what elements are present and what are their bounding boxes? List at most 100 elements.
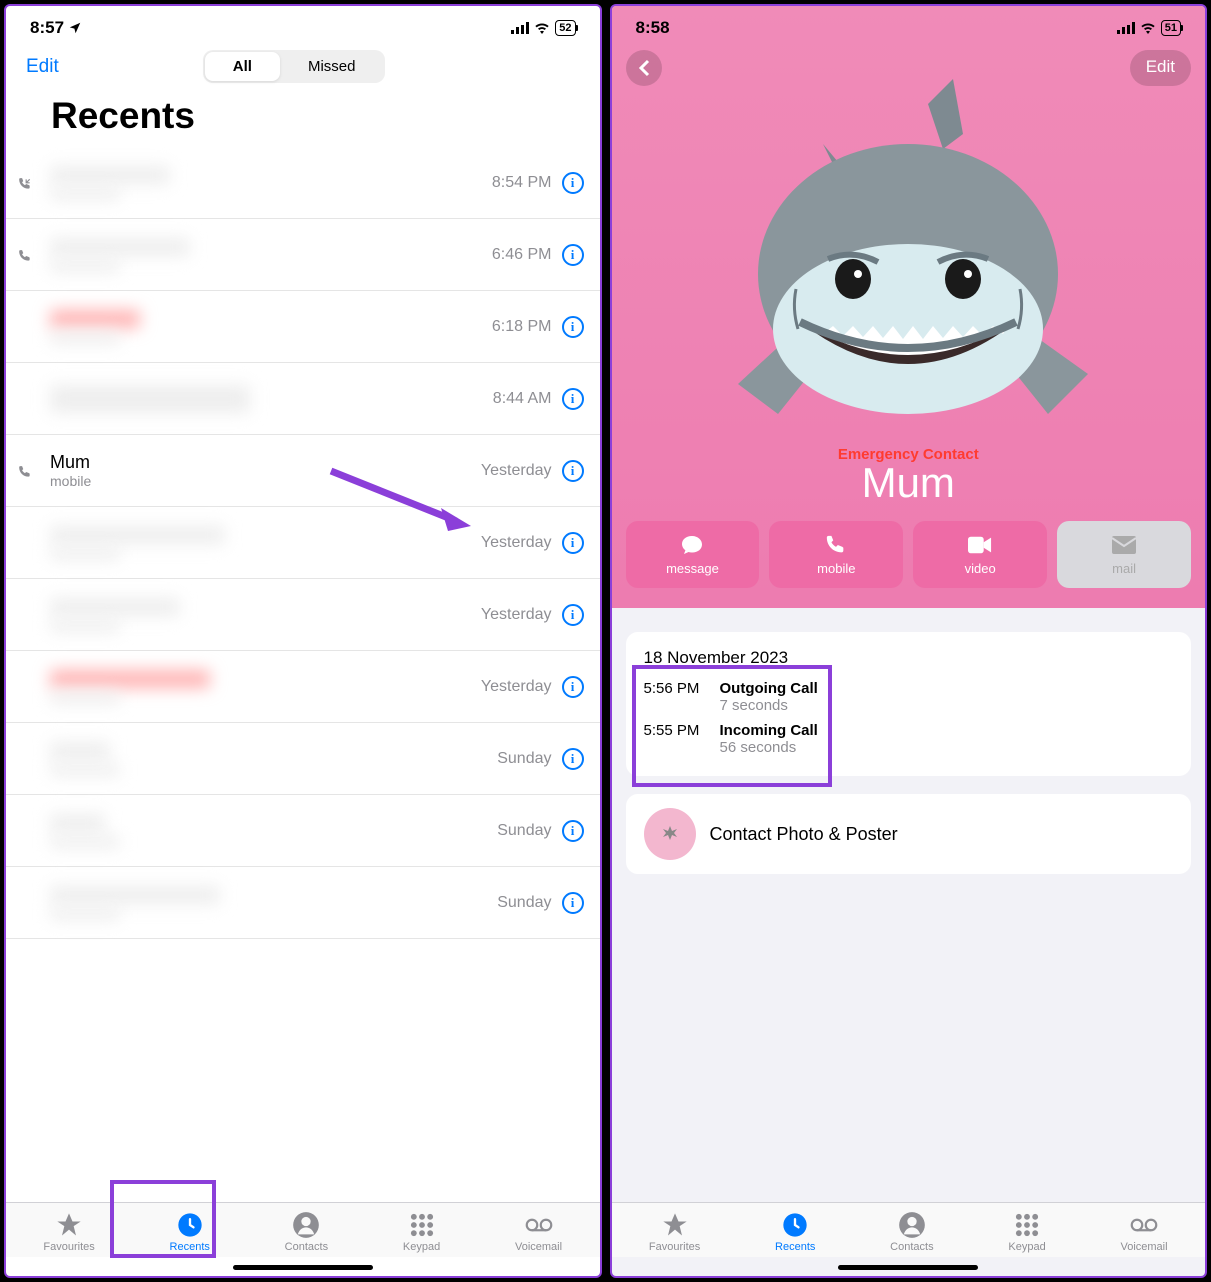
incoming-call-icon xyxy=(18,177,32,191)
voicemail-icon xyxy=(525,1211,553,1239)
star-icon xyxy=(661,1211,689,1239)
call-time: 6:18 PM xyxy=(492,318,552,336)
tab-contacts[interactable]: Contacts xyxy=(890,1211,933,1253)
info-button[interactable]: i xyxy=(562,172,584,194)
call-time: Yesterday xyxy=(481,606,552,624)
incoming-call-icon xyxy=(18,465,32,479)
phone-left-recents: 8:57 52 Edit All Missed Recents 8:54 PM … xyxy=(4,4,602,1278)
page-title: Recents xyxy=(6,95,600,147)
signal-icon xyxy=(1117,22,1135,34)
incoming-call-icon xyxy=(18,249,32,263)
tab-bar: Favourites Recents Contacts Keypad Voice… xyxy=(6,1202,600,1257)
info-button[interactable]: i xyxy=(562,532,584,554)
call-row[interactable]: 6:46 PM i xyxy=(6,219,600,291)
voicemail-icon xyxy=(1130,1211,1158,1239)
call-time: Yesterday xyxy=(481,678,552,696)
action-mail: mail xyxy=(1057,521,1191,588)
info-button[interactable]: i xyxy=(562,244,584,266)
info-button[interactable]: i xyxy=(562,388,584,410)
tab-favourites[interactable]: Favourites xyxy=(649,1211,700,1253)
call-time: Sunday xyxy=(497,894,551,912)
video-icon xyxy=(968,533,992,557)
mail-icon xyxy=(1112,533,1136,557)
back-button[interactable] xyxy=(626,50,662,86)
status-time: 8:58 xyxy=(636,18,670,38)
keypad-icon xyxy=(408,1211,436,1239)
call-row[interactable]: Yesterday i xyxy=(6,507,600,579)
contact-hero: 8:58 51 Edit xyxy=(612,6,1206,608)
call-time: 6:46 PM xyxy=(492,246,552,264)
call-time: Sunday xyxy=(497,822,551,840)
home-indicator[interactable] xyxy=(233,1265,373,1270)
info-button[interactable]: i xyxy=(562,676,584,698)
info-button[interactable]: i xyxy=(562,460,584,482)
contact-poster-row[interactable]: Contact Photo & Poster xyxy=(626,794,1192,874)
info-button[interactable]: i xyxy=(562,316,584,338)
segment-control[interactable]: All Missed xyxy=(203,50,386,83)
call-row[interactable]: Yesterday i xyxy=(6,651,600,723)
info-button[interactable]: i xyxy=(562,820,584,842)
action-mobile[interactable]: mobile xyxy=(769,521,903,588)
tab-favourites[interactable]: Favourites xyxy=(43,1211,94,1253)
status-time: 8:57 xyxy=(30,18,64,38)
battery-indicator: 51 xyxy=(1161,20,1181,36)
tab-bar: Favourites Recents Contacts Keypad Voice… xyxy=(612,1202,1206,1257)
history-type: Outgoing Call xyxy=(720,680,818,697)
history-duration: 56 seconds xyxy=(720,739,818,756)
tab-contacts[interactable]: Contacts xyxy=(285,1211,328,1253)
clock-icon xyxy=(781,1211,809,1239)
clock-icon xyxy=(176,1211,204,1239)
call-subtitle: mobile xyxy=(50,473,481,489)
poster-avatar-icon xyxy=(644,808,696,860)
action-video[interactable]: video xyxy=(913,521,1047,588)
tab-voicemail[interactable]: Voicemail xyxy=(515,1211,562,1253)
call-time: Yesterday xyxy=(481,462,552,480)
header-row: Edit All Missed xyxy=(6,42,600,95)
battery-indicator: 52 xyxy=(555,20,575,36)
tab-recents[interactable]: Recents xyxy=(775,1211,815,1253)
edit-button[interactable]: Edit xyxy=(26,56,59,78)
call-row[interactable]: Sunday i xyxy=(6,867,600,939)
tab-keypad[interactable]: Keypad xyxy=(1008,1211,1045,1253)
edit-button[interactable]: Edit xyxy=(1130,50,1191,86)
call-name: Mum xyxy=(50,452,481,473)
home-indicator[interactable] xyxy=(838,1265,978,1270)
segment-all[interactable]: All xyxy=(205,52,280,81)
info-button[interactable]: i xyxy=(562,604,584,626)
call-row[interactable]: 8:54 PM i xyxy=(6,147,600,219)
tab-keypad[interactable]: Keypad xyxy=(403,1211,440,1253)
poster-label: Contact Photo & Poster xyxy=(710,824,898,845)
call-row[interactable]: 6:18 PM i xyxy=(6,291,600,363)
call-row-mum[interactable]: Mum mobile Yesterday i xyxy=(6,435,600,507)
call-row[interactable]: Sunday i xyxy=(6,795,600,867)
phone-icon xyxy=(824,533,848,557)
contact-name: Mum xyxy=(612,459,1206,507)
call-list[interactable]: 8:54 PM i 6:46 PM i 6:18 PM i 8:44 AM i xyxy=(6,147,600,1202)
person-icon xyxy=(292,1211,320,1239)
contact-avatar-shark xyxy=(612,74,1206,454)
location-icon xyxy=(68,21,82,35)
call-time: 8:54 PM xyxy=(492,174,552,192)
tab-recents[interactable]: Recents xyxy=(170,1211,210,1253)
info-button[interactable]: i xyxy=(562,892,584,914)
contact-actions: message mobile video mail xyxy=(612,507,1206,588)
call-row[interactable]: 8:44 AM i xyxy=(6,363,600,435)
action-message[interactable]: message xyxy=(626,521,760,588)
call-time: Sunday xyxy=(497,750,551,768)
status-bar: 8:58 51 xyxy=(612,6,1206,42)
status-bar: 8:57 52 xyxy=(6,6,600,42)
history-time: 5:55 PM xyxy=(644,722,706,756)
info-button[interactable]: i xyxy=(562,748,584,770)
call-history-card: 18 November 2023 5:56 PM Outgoing Call 7… xyxy=(626,632,1192,776)
history-time: 5:56 PM xyxy=(644,680,706,714)
message-icon xyxy=(680,533,704,557)
history-type: Incoming Call xyxy=(720,722,818,739)
call-row[interactable]: Sunday i xyxy=(6,723,600,795)
star-icon xyxy=(55,1211,83,1239)
history-date: 18 November 2023 xyxy=(644,648,1192,668)
call-time: 8:44 AM xyxy=(493,390,552,408)
call-row[interactable]: Yesterday i xyxy=(6,579,600,651)
tab-voicemail[interactable]: Voicemail xyxy=(1120,1211,1167,1253)
phone-right-contact: 8:58 51 Edit xyxy=(610,4,1208,1278)
segment-missed[interactable]: Missed xyxy=(280,52,384,81)
